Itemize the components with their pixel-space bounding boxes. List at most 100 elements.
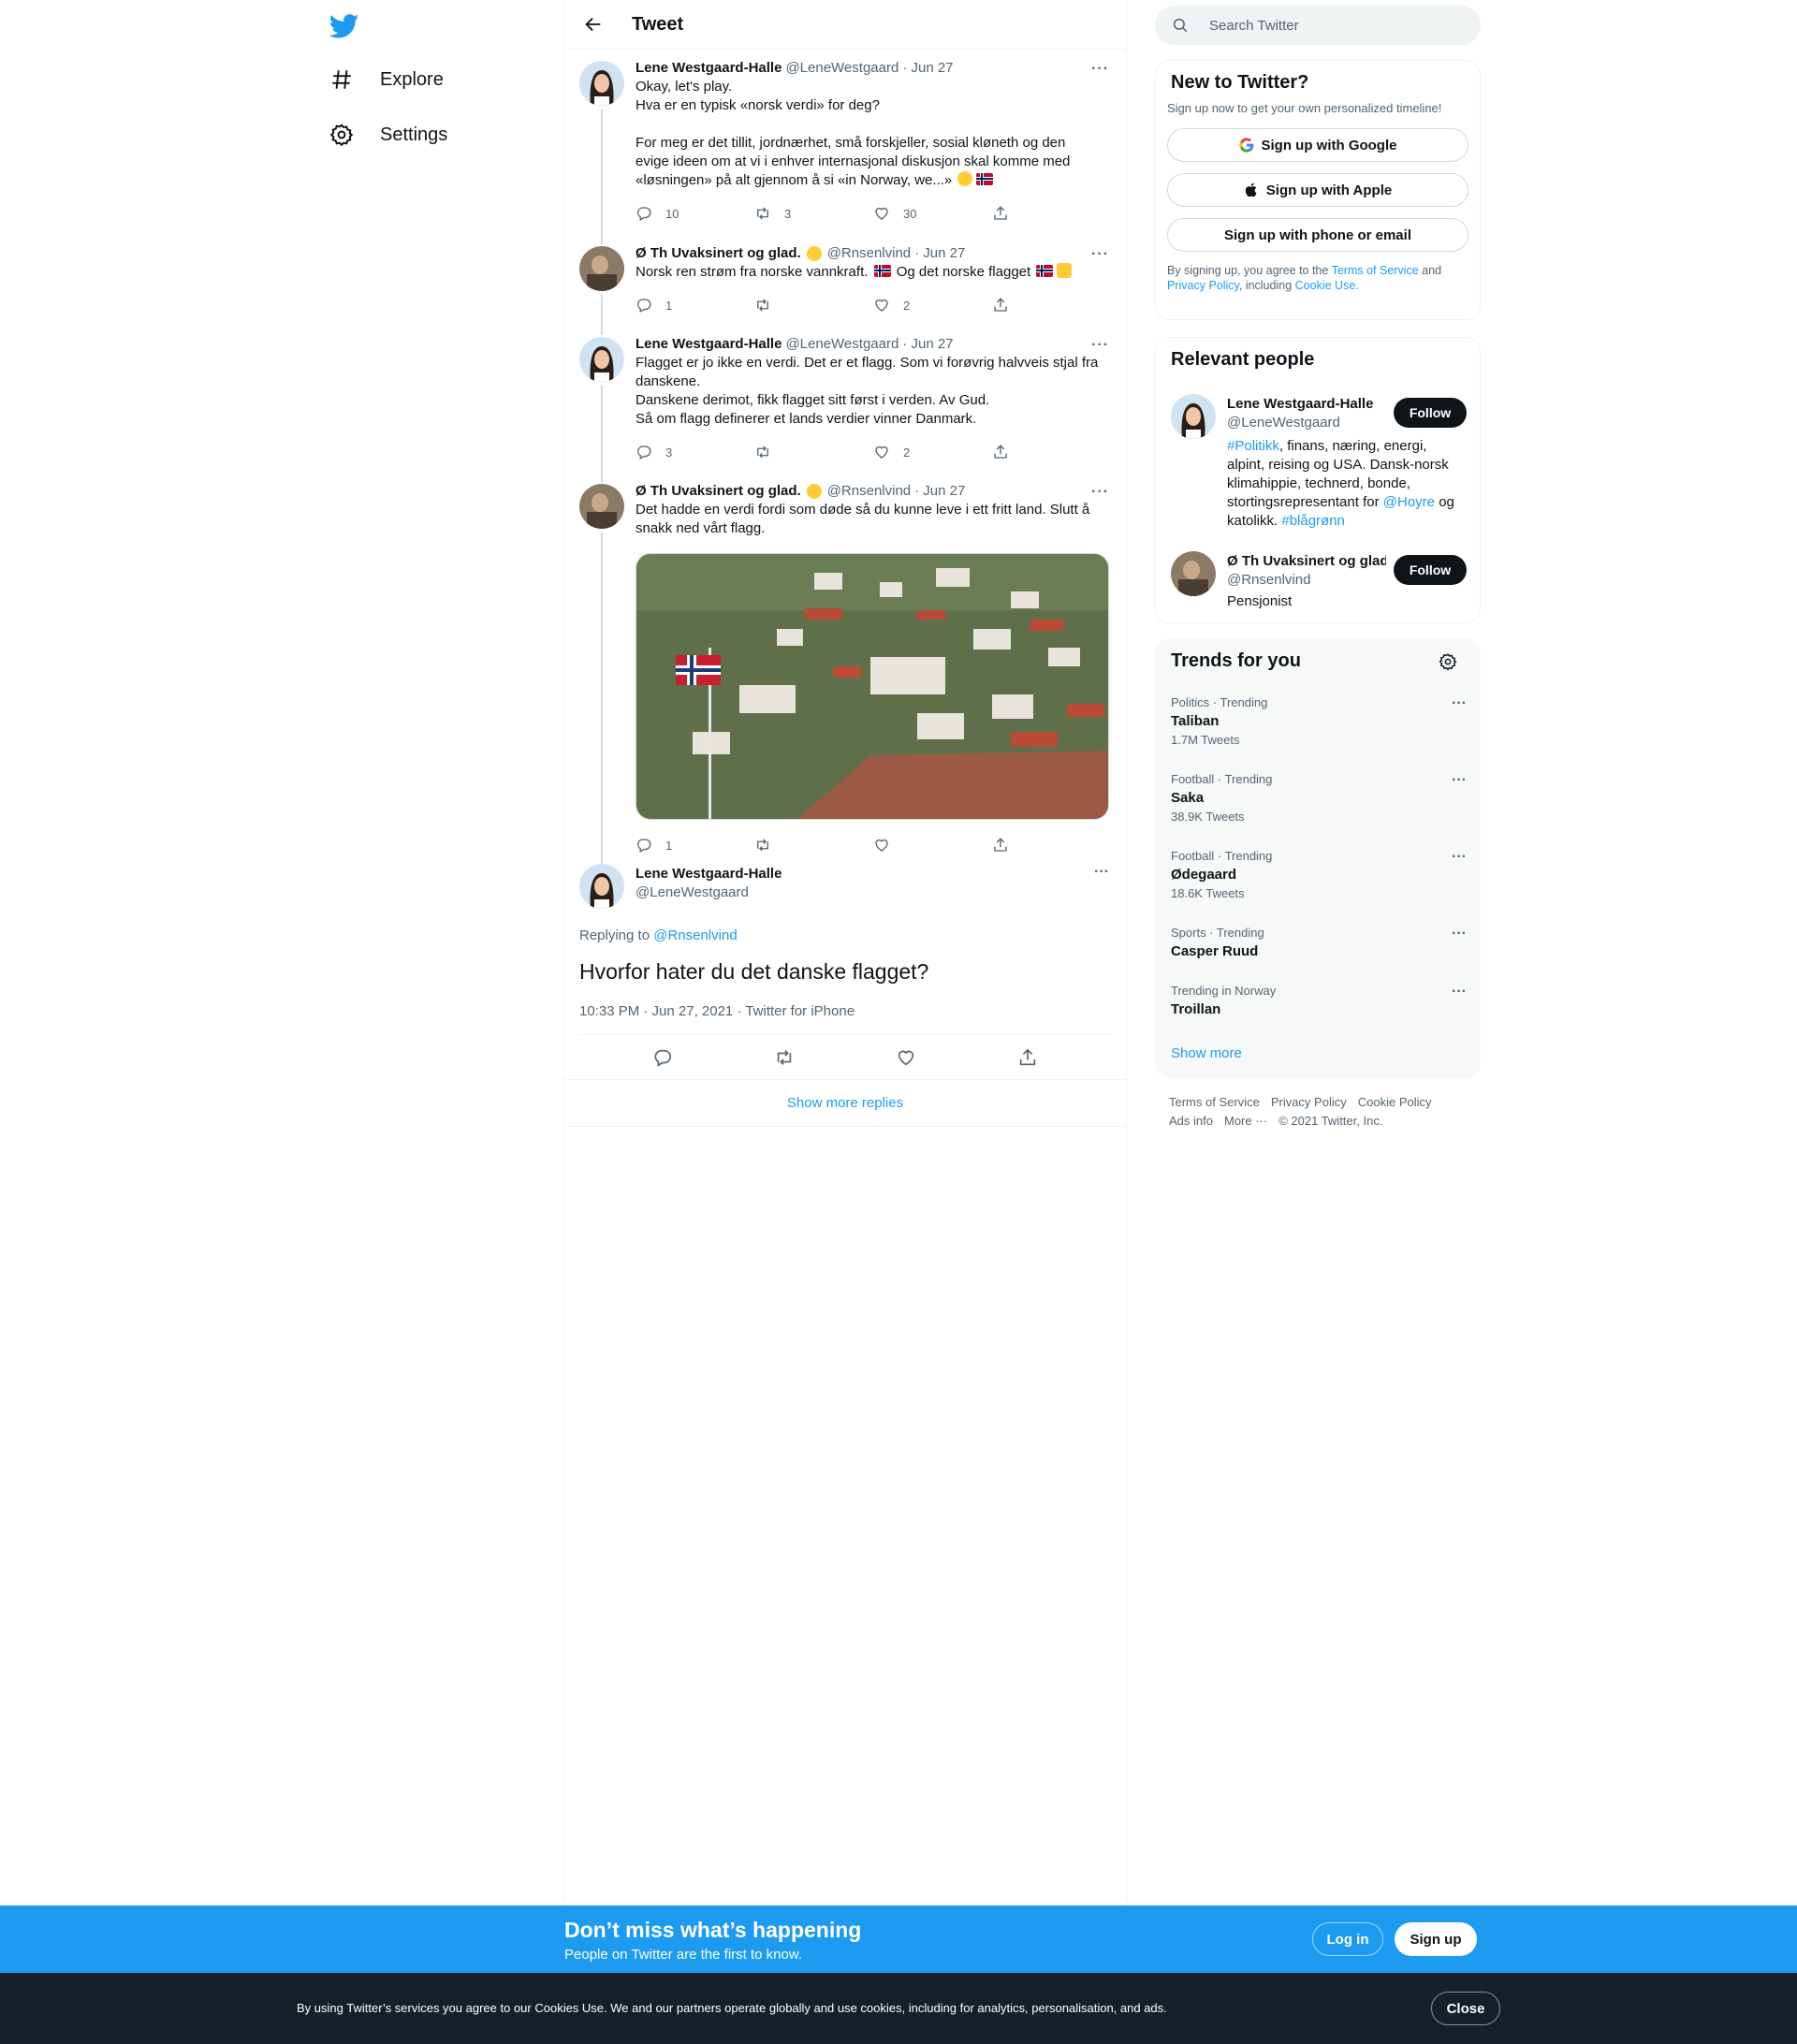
signup-google-button[interactable]: Sign up with Google [1167, 128, 1468, 162]
mention-link[interactable]: @Hoyre [1383, 494, 1435, 510]
tweet-date[interactable]: · Jun 27 [902, 59, 953, 78]
tweet-date[interactable]: · Jun 27 [914, 482, 965, 501]
search-input[interactable]: Search Twitter [1155, 6, 1481, 45]
like-button[interactable]: 2 [873, 297, 992, 314]
more-options-icon[interactable]: ··· [1452, 984, 1467, 1000]
avatar[interactable] [579, 61, 624, 106]
avatar[interactable] [1171, 394, 1216, 439]
gear-icon[interactable] [1439, 652, 1457, 671]
author-handle[interactable]: @LeneWestgaard [785, 335, 898, 354]
hashtag-link[interactable]: #Politikk [1227, 438, 1279, 454]
trend-item[interactable]: Football · Trending Saka 38.9K Tweets ··… [1171, 772, 1467, 824]
more-options-icon[interactable]: ··· [1452, 695, 1467, 712]
author-handle[interactable]: @LeneWestgaard [636, 884, 749, 900]
reply-icon[interactable] [652, 1047, 673, 1068]
login-button[interactable]: Log in [1312, 1922, 1383, 1956]
nav-settings[interactable]: Settings [329, 123, 447, 147]
reply-count: 10 [665, 206, 679, 221]
reply-button[interactable]: 1 [636, 297, 754, 314]
thread-tweet[interactable]: ··· Lene Westgaard-Halle @LeneWestgaard … [564, 50, 1126, 237]
hashtag-link[interactable]: #blågrønn [1281, 513, 1345, 529]
replying-to-link[interactable]: @Rnsenlvind [653, 927, 737, 943]
more-options-icon[interactable]: ··· [1091, 61, 1109, 78]
author-name[interactable]: Ø Th Uvaksinert og glad. [636, 244, 801, 263]
footer-link[interactable]: Terms of Service [1169, 1095, 1260, 1109]
footer-more-link[interactable]: More ··· [1224, 1114, 1267, 1128]
retweet-icon[interactable] [774, 1047, 795, 1068]
reply-button[interactable]: 10 [636, 205, 754, 222]
thread-tweet[interactable]: ··· Lene Westgaard-Halle @LeneWestgaard … [564, 326, 1126, 474]
more-options-icon[interactable]: ··· [1452, 772, 1467, 789]
footer-link[interactable]: Privacy Policy [1271, 1095, 1347, 1109]
author-name[interactable]: Lene Westgaard-Halle [636, 59, 782, 78]
person-entry[interactable]: Lene Westgaard-Halle @LeneWestgaard Foll… [1171, 394, 1467, 534]
tweet-timestamp[interactable]: 10:33 PM · Jun 27, 2021 · Twitter for iP… [579, 1003, 1111, 1035]
reply-button[interactable]: 1 [636, 837, 754, 854]
avatar[interactable] [579, 864, 624, 909]
author-handle[interactable]: @LeneWestgaard [785, 59, 898, 78]
retweet-button[interactable] [754, 297, 873, 314]
avatar[interactable] [579, 246, 624, 291]
retweet-button[interactable] [754, 837, 873, 854]
nav-explore-label: Explore [380, 68, 444, 90]
footer-link[interactable]: Cookie Policy [1358, 1095, 1432, 1109]
author-name[interactable]: Ø Th Uvaksinert og glad. [636, 482, 801, 501]
trend-item[interactable]: Sports · Trending Casper Ruud ··· [1171, 926, 1467, 959]
thread-tweet[interactable]: ··· Ø Th Uvaksinert og glad. @Rnsenlvind… [564, 473, 1126, 853]
like-button[interactable]: 30 [873, 205, 992, 222]
share-button[interactable] [992, 205, 1111, 222]
norway-flag-icon [873, 265, 891, 277]
follow-button[interactable]: Follow [1394, 398, 1467, 428]
author-name[interactable]: Lene Westgaard-Halle [636, 335, 782, 354]
cookie-use-link[interactable]: Cookie Use. [1295, 279, 1359, 292]
avatar[interactable] [579, 337, 624, 382]
retweet-button[interactable] [754, 444, 873, 460]
tweet-image[interactable] [636, 553, 1109, 820]
signup-apple-button[interactable]: Sign up with Apple [1167, 173, 1468, 207]
heart-icon[interactable] [896, 1047, 916, 1068]
avatar[interactable] [579, 484, 624, 529]
thread-tweet[interactable]: ··· Ø Th Uvaksinert og glad. @Rnsenlvind… [564, 235, 1126, 328]
person-handle[interactable]: @Rnsenlvind [1227, 572, 1310, 588]
tweet-date[interactable]: · Jun 27 [902, 335, 953, 354]
more-options-icon[interactable]: ··· [1094, 864, 1109, 881]
more-options-icon[interactable]: ··· [1091, 337, 1109, 354]
author-handle[interactable]: @Rnsenlvind [827, 244, 911, 263]
footer-link[interactable]: Ads info [1169, 1114, 1213, 1128]
retweet-button[interactable]: 3 [754, 205, 873, 222]
person-handle[interactable]: @LeneWestgaard [1227, 415, 1340, 431]
person-name[interactable]: Lene Westgaard-Halle [1227, 396, 1386, 412]
tweet-date[interactable]: · Jun 27 [914, 244, 965, 263]
terms-link[interactable]: Terms of Service [1332, 264, 1419, 277]
nav-explore[interactable]: Explore [329, 67, 444, 92]
trend-item[interactable]: Politics · Trending Taliban 1.7M Tweets … [1171, 695, 1467, 747]
follow-button[interactable]: Follow [1394, 555, 1467, 585]
share-button[interactable] [992, 297, 1111, 314]
share-icon[interactable] [1017, 1047, 1038, 1068]
like-button[interactable]: 2 [873, 444, 992, 460]
more-options-icon[interactable]: ··· [1091, 484, 1109, 501]
more-options-icon[interactable]: ··· [1452, 926, 1467, 942]
like-button[interactable] [873, 837, 992, 854]
signup-button[interactable]: Sign up [1395, 1922, 1477, 1956]
trends-show-more-link[interactable]: Show more [1171, 1045, 1242, 1061]
author-name[interactable]: Lene Westgaard-Halle [636, 866, 782, 882]
show-more-replies-button[interactable]: Show more replies [564, 1080, 1126, 1127]
privacy-link[interactable]: Privacy Policy [1167, 279, 1239, 292]
signup-phone-button[interactable]: Sign up with phone or email [1167, 218, 1468, 252]
legal-text: , including [1238, 279, 1293, 292]
avatar[interactable] [1171, 551, 1216, 596]
twitter-logo-icon[interactable] [329, 11, 359, 41]
cookie-close-button[interactable]: Close [1431, 1992, 1500, 2025]
trend-item[interactable]: Football · Trending Ødegaard 18.6K Tweet… [1171, 849, 1467, 900]
back-arrow-icon[interactable] [583, 14, 604, 35]
more-options-icon[interactable]: ··· [1091, 246, 1109, 263]
author-handle[interactable]: @Rnsenlvind [827, 482, 911, 501]
person-name[interactable]: Ø Th Uvaksinert og glad. [1227, 553, 1386, 569]
more-options-icon[interactable]: ··· [1452, 849, 1467, 866]
share-button[interactable] [992, 837, 1111, 854]
reply-button[interactable]: 3 [636, 444, 754, 460]
share-button[interactable] [992, 444, 1111, 460]
person-entry[interactable]: Ø Th Uvaksinert og glad. @Rnsenlvind Fol… [1171, 551, 1467, 611]
trend-item[interactable]: Trending in Norway Troillan ··· [1171, 984, 1467, 1017]
